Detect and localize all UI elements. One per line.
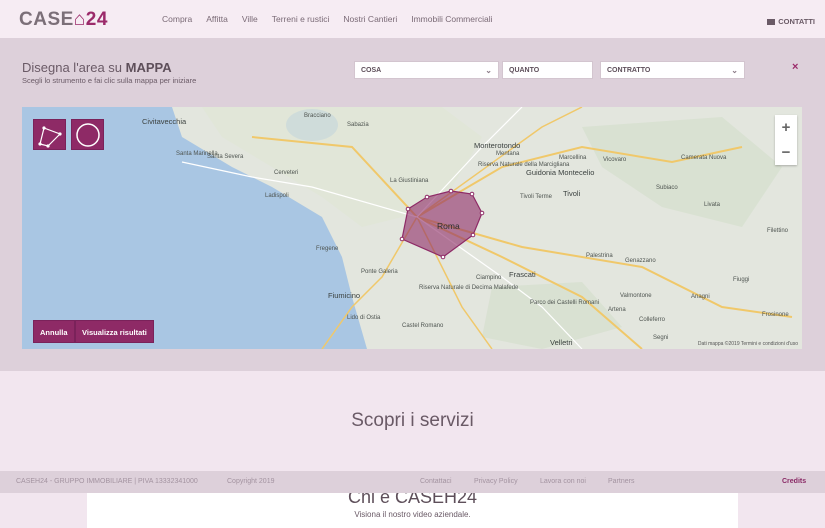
map-label: Vicovaro bbox=[603, 157, 627, 163]
nav-cantieri[interactable]: Nostri Cantieri bbox=[343, 14, 397, 24]
logo-number: 24 bbox=[85, 9, 108, 30]
map-label: Valmontone bbox=[620, 293, 652, 299]
contact-link[interactable]: CONTATTI bbox=[767, 17, 815, 26]
map-label: La Giustiniana bbox=[390, 178, 429, 184]
quanto-label: QUANTO bbox=[509, 67, 540, 74]
footer-bar: CASEH24 - GRUPPO IMMOBILIARE | PIVA 1333… bbox=[0, 471, 825, 493]
map-label: Tivoli Terme bbox=[520, 194, 553, 200]
footer-link-partners[interactable]: Partners bbox=[608, 478, 634, 485]
footer-link-privacy[interactable]: Privacy Policy bbox=[474, 478, 518, 485]
map-label: Velletri bbox=[550, 338, 573, 347]
map-label: Frosinone bbox=[762, 312, 789, 318]
nav-commerciali[interactable]: Immobili Commerciali bbox=[411, 14, 492, 24]
nav-ville[interactable]: Ville bbox=[242, 14, 258, 24]
nav-affitta[interactable]: Affitta bbox=[206, 14, 228, 24]
mail-icon bbox=[767, 18, 776, 25]
map-label: Fiuggi bbox=[733, 277, 750, 283]
map-label: Genazzano bbox=[625, 258, 656, 264]
panel-title: Disegna l'area su MAPPA bbox=[22, 60, 172, 75]
map-search-panel: Disegna l'area su MAPPA Scegli lo strume… bbox=[0, 38, 825, 371]
services-title: Scopri i servizi bbox=[351, 410, 474, 431]
nav-terreni[interactable]: Terreni e rustici bbox=[272, 14, 330, 24]
chevron-down-icon: ⌄ bbox=[485, 66, 492, 75]
footer-credits[interactable]: Credits bbox=[782, 478, 806, 485]
close-icon[interactable]: × bbox=[792, 61, 798, 73]
nav-compra[interactable]: Compra bbox=[162, 14, 192, 24]
map-label: Fiumicino bbox=[328, 291, 361, 300]
panel-title-prefix: Disegna l'area su bbox=[22, 60, 123, 75]
logo[interactable]: CASE⌂24 bbox=[19, 9, 108, 31]
map-label: Ponte Galeria bbox=[361, 269, 398, 275]
zoom-out-button[interactable]: − bbox=[775, 140, 797, 165]
map-label: Bracciano bbox=[304, 113, 331, 119]
map-label: Segni bbox=[653, 335, 669, 341]
logo-text: CASE bbox=[19, 9, 74, 30]
contact-label: CONTATTI bbox=[778, 17, 815, 26]
map-label: Parco dei Castelli Romani bbox=[530, 300, 600, 306]
map-label: Marcellina bbox=[559, 155, 587, 161]
contratto-select[interactable]: CONTRATTO ⌄ bbox=[600, 61, 745, 79]
map-attribution[interactable]: Dati mappa ©2019 Termini e condizioni d'… bbox=[698, 341, 798, 347]
circle-tool-button[interactable] bbox=[71, 119, 104, 150]
top-header: CASE⌂24 Compra Affitta Ville Terreni e r… bbox=[0, 0, 825, 38]
map-label: Artena bbox=[608, 307, 626, 313]
visualizza-risultati-button[interactable]: Visualizza risultati bbox=[75, 320, 154, 343]
map-label: Tivoli bbox=[563, 189, 581, 198]
footer-link-lavora[interactable]: Lavora con noi bbox=[540, 478, 586, 485]
video-subtitle: Visiona il nostro video aziendale. bbox=[354, 510, 471, 519]
video-section: Chi è CASEH24 Visiona il nostro video az… bbox=[87, 487, 738, 528]
map-label: Camerata Nuova bbox=[681, 155, 727, 161]
map-label: Ciampino bbox=[476, 275, 502, 281]
map-label: Colleferro bbox=[639, 317, 666, 323]
map-label: Filettino bbox=[767, 228, 789, 234]
contratto-select-label: CONTRATTO bbox=[607, 67, 651, 74]
circle-draw-icon bbox=[76, 123, 100, 147]
map-label: Guidonia Montecelio bbox=[526, 168, 595, 177]
map-label: Civitavecchia bbox=[142, 117, 187, 126]
map-label-roma: Roma bbox=[437, 221, 460, 231]
map-label: Riserva Naturale di Decima Malafede bbox=[419, 285, 519, 291]
panel-subtitle: Scegli lo strumento e fai clic sulla map… bbox=[22, 76, 197, 85]
map-label: Mentana bbox=[496, 151, 520, 157]
chevron-down-icon: ⌄ bbox=[731, 66, 738, 75]
map-label: Ladispoli bbox=[265, 193, 289, 199]
map-label: Cerveteri bbox=[274, 170, 299, 176]
polygon-draw-icon bbox=[38, 126, 62, 148]
footer-copyright: Copyright 2019 bbox=[227, 478, 275, 485]
map-label: Sabazia bbox=[347, 122, 369, 128]
map-label: Palestrina bbox=[586, 253, 613, 259]
footer-company: CASEH24 - GRUPPO IMMOBILIARE | PIVA 1333… bbox=[16, 478, 198, 485]
main-nav: Compra Affitta Ville Terreni e rustici N… bbox=[162, 14, 492, 24]
map-label: Subiaco bbox=[656, 185, 678, 191]
map-canvas[interactable]: Civitavecchia Bracciano Sabazia Monterot… bbox=[22, 107, 802, 349]
zoom-control: + − bbox=[775, 115, 797, 165]
map-label: Livata bbox=[704, 202, 721, 208]
map-label: Lido di Ostia bbox=[347, 315, 381, 321]
quanto-input[interactable]: QUANTO bbox=[502, 61, 593, 79]
map-label: Castel Romano bbox=[402, 323, 444, 329]
annulla-button[interactable]: Annulla bbox=[33, 320, 75, 343]
map-label: Monterotondo bbox=[474, 141, 521, 150]
cosa-select[interactable]: COSA ⌄ bbox=[354, 61, 499, 79]
map-label: Santa Severa bbox=[207, 154, 244, 160]
logo-house-icon: ⌂ bbox=[73, 9, 86, 30]
footer-link-contatti[interactable]: Contattaci bbox=[420, 478, 452, 485]
map-label: Anagni bbox=[691, 294, 710, 300]
map-background bbox=[22, 107, 802, 349]
panel-title-bold: MAPPA bbox=[125, 60, 172, 75]
cosa-select-label: COSA bbox=[361, 67, 382, 74]
polygon-tool-button[interactable] bbox=[33, 119, 66, 150]
map-label: Fregene bbox=[316, 246, 339, 252]
zoom-in-button[interactable]: + bbox=[775, 115, 797, 140]
map-label: Frascati bbox=[509, 270, 536, 279]
